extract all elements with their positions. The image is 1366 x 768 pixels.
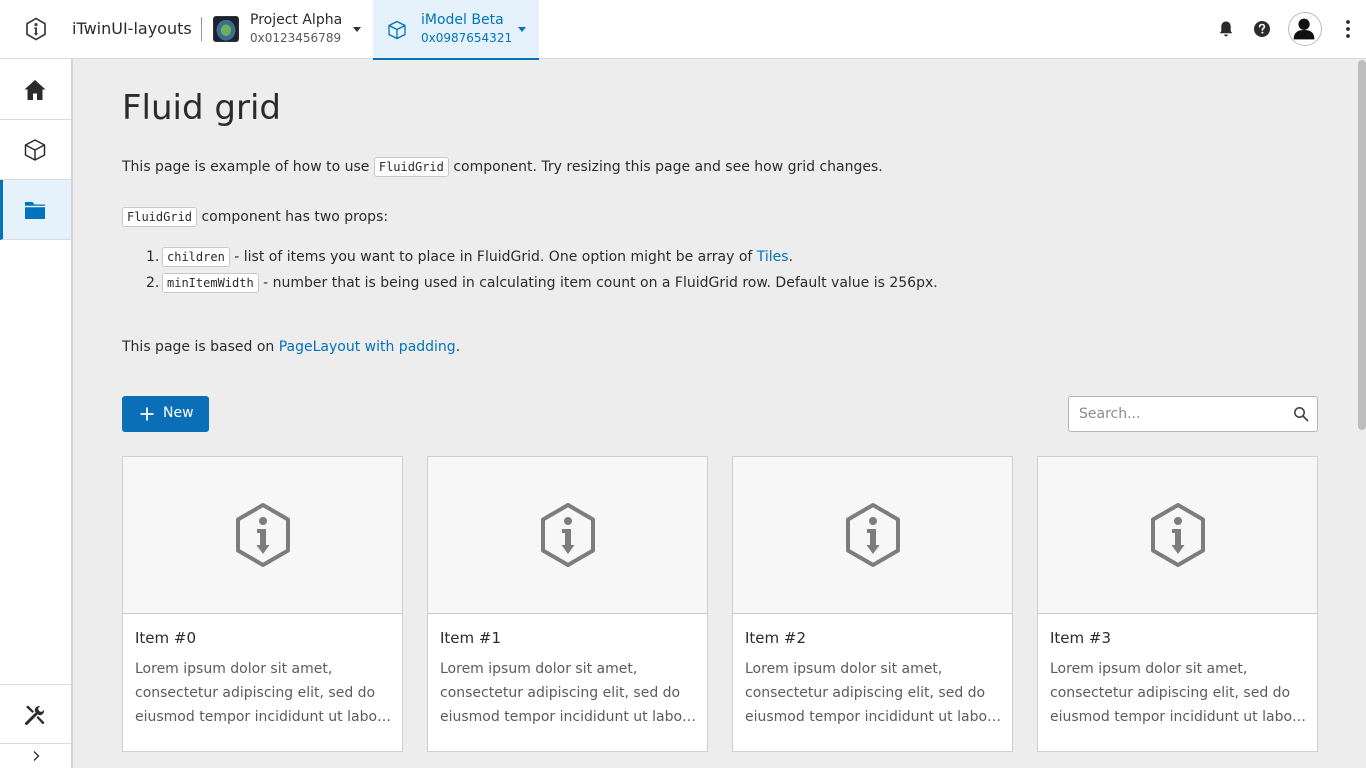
- pagelayout-link[interactable]: PageLayout with padding: [279, 339, 456, 355]
- project-selector[interactable]: Project Alpha 0x0123456789: [213, 0, 373, 59]
- based-on-tail: .: [455, 339, 461, 355]
- based-on-paragraph: This page is based on PageLayout with pa…: [122, 334, 460, 360]
- sidenav-expand-button[interactable]: [0, 744, 71, 768]
- imodel-selector[interactable]: iModel Beta 0x0987654321: [373, 0, 539, 60]
- intro-text: This page is example of how to use: [122, 159, 374, 175]
- main-content: Fluid grid This page is example of how t…: [75, 60, 1355, 768]
- home-icon: [24, 80, 46, 100]
- imodel-name: iModel Beta: [421, 12, 504, 28]
- tile-desc-line: Lorem ipsum dolor sit amet,: [1050, 661, 1248, 677]
- cube-icon: [24, 139, 46, 161]
- props-intro: FluidGrid component has two props:: [122, 204, 388, 230]
- tile-desc-line: consectetur adipiscing elit, sed do: [440, 685, 681, 701]
- info-hexagon-icon: [846, 503, 900, 567]
- app-header: iTwinUI-layouts Project Alpha 0x01234567…: [0, 0, 1366, 60]
- search-box[interactable]: [1068, 396, 1318, 432]
- new-button[interactable]: New: [122, 396, 209, 432]
- sidenav-item-files[interactable]: [0, 180, 71, 240]
- list-number: 2.: [146, 275, 160, 291]
- tiles-link[interactable]: Tiles: [757, 249, 789, 265]
- page-title: Fluid grid: [122, 88, 281, 128]
- tile-description: Lorem ipsum dolor sit amet, consectetur …: [1050, 657, 1308, 729]
- tile-thumbnail: [123, 457, 402, 614]
- folder-icon: [25, 202, 45, 219]
- tile[interactable]: Item #0 Lorem ipsum dolor sit amet, cons…: [122, 456, 403, 752]
- list-number: 1.: [146, 249, 160, 265]
- header-divider: [201, 17, 202, 41]
- tile[interactable]: Item #3 Lorem ipsum dolor sit amet, cons…: [1037, 456, 1318, 752]
- intro-paragraph: This page is example of how to use Fluid…: [122, 154, 883, 180]
- project-name: Project Alpha: [250, 12, 343, 28]
- tile-desc-line: Lorem ipsum dolor sit amet,: [745, 661, 943, 677]
- tile-desc-line: Lorem ipsum dolor sit amet,: [440, 661, 638, 677]
- notification-bell-icon[interactable]: [1214, 17, 1238, 41]
- sidenav-item-tools[interactable]: [0, 684, 71, 744]
- prop-description: - list of items you want to place in Flu…: [229, 249, 757, 265]
- project-thumbnail: [213, 16, 239, 42]
- caret-down-icon: [518, 27, 526, 32]
- info-hexagon-icon: [541, 503, 595, 567]
- search-icon[interactable]: [1293, 406, 1309, 422]
- user-icon: [1293, 18, 1315, 40]
- tile[interactable]: Item #1 Lorem ipsum dolor sit amet, cons…: [427, 456, 708, 752]
- code-fluidgrid: FluidGrid: [122, 207, 198, 227]
- props-intro-text: component has two props:: [197, 209, 389, 225]
- vertical-scrollbar[interactable]: [1358, 60, 1366, 430]
- help-icon[interactable]: [1250, 17, 1274, 41]
- tile-thumbnail: [1038, 457, 1317, 614]
- user-avatar[interactable]: [1288, 12, 1322, 46]
- prop-description: - number that is being used in calculati…: [258, 275, 938, 291]
- app-title[interactable]: iTwinUI-layouts: [72, 19, 192, 38]
- info-hexagon-icon: [236, 503, 290, 567]
- tile-desc-line: eiusmod tempor incididunt ut labore...: [135, 709, 393, 725]
- tile-desc-line: consectetur adipiscing elit, sed do: [1050, 685, 1291, 701]
- prop-list-item: 2. minItemWidth - number that is being us…: [146, 270, 938, 296]
- tile-title: Item #0: [135, 629, 197, 647]
- tile-description: Lorem ipsum dolor sit amet, consectetur …: [745, 657, 1003, 729]
- caret-down-icon: [353, 27, 361, 32]
- search-input[interactable]: [1079, 404, 1279, 424]
- prop-list-item: 1. children - list of items you want to p…: [146, 244, 793, 270]
- tile-desc-line: consectetur adipiscing elit, sed do: [135, 685, 376, 701]
- code-children: children: [162, 247, 230, 267]
- itwin-logo-icon[interactable]: [24, 17, 48, 41]
- tile[interactable]: Item #2 Lorem ipsum dolor sit amet, cons…: [732, 456, 1013, 752]
- info-hexagon-icon: [1151, 503, 1205, 567]
- sidenav-item-home[interactable]: [0, 60, 71, 120]
- project-id: 0x0123456789: [250, 31, 342, 45]
- new-button-label: New: [163, 405, 194, 421]
- tile-thumbnail: [733, 457, 1012, 614]
- based-on-text: This page is based on: [122, 339, 279, 355]
- tile-desc-line: eiusmod tempor incididunt ut labore...: [1050, 709, 1308, 725]
- tile-desc-line: eiusmod tempor incididunt ut labore...: [745, 709, 1003, 725]
- tile-description: Lorem ipsum dolor sit amet, consectetur …: [135, 657, 393, 729]
- side-navigation: [0, 59, 73, 768]
- code-fluidgrid: FluidGrid: [373, 157, 449, 177]
- tile-description: Lorem ipsum dolor sit amet, consectetur …: [440, 657, 698, 729]
- imodel-id: 0x0987654321: [421, 31, 513, 45]
- code-minitemwidth: minItemWidth: [162, 273, 259, 293]
- tile-desc-line: consectetur adipiscing elit, sed do: [745, 685, 986, 701]
- tile-thumbnail: [428, 457, 707, 614]
- tools-icon: [25, 705, 45, 725]
- tile-desc-line: Lorem ipsum dolor sit amet,: [135, 661, 333, 677]
- tile-title: Item #1: [440, 629, 502, 647]
- tile-title: Item #2: [745, 629, 807, 647]
- intro-text-end: component. Try resizing this page and se…: [448, 159, 883, 175]
- more-options-icon[interactable]: [1336, 17, 1360, 41]
- prop-tail: .: [788, 249, 794, 265]
- tile-title: Item #3: [1050, 629, 1112, 647]
- chevron-right-icon: [33, 751, 40, 761]
- cube-icon: [388, 20, 406, 40]
- sidenav-item-models[interactable]: [0, 120, 71, 180]
- plus-icon: [140, 407, 154, 421]
- tile-desc-line: eiusmod tempor incididunt ut labore...: [440, 709, 698, 725]
